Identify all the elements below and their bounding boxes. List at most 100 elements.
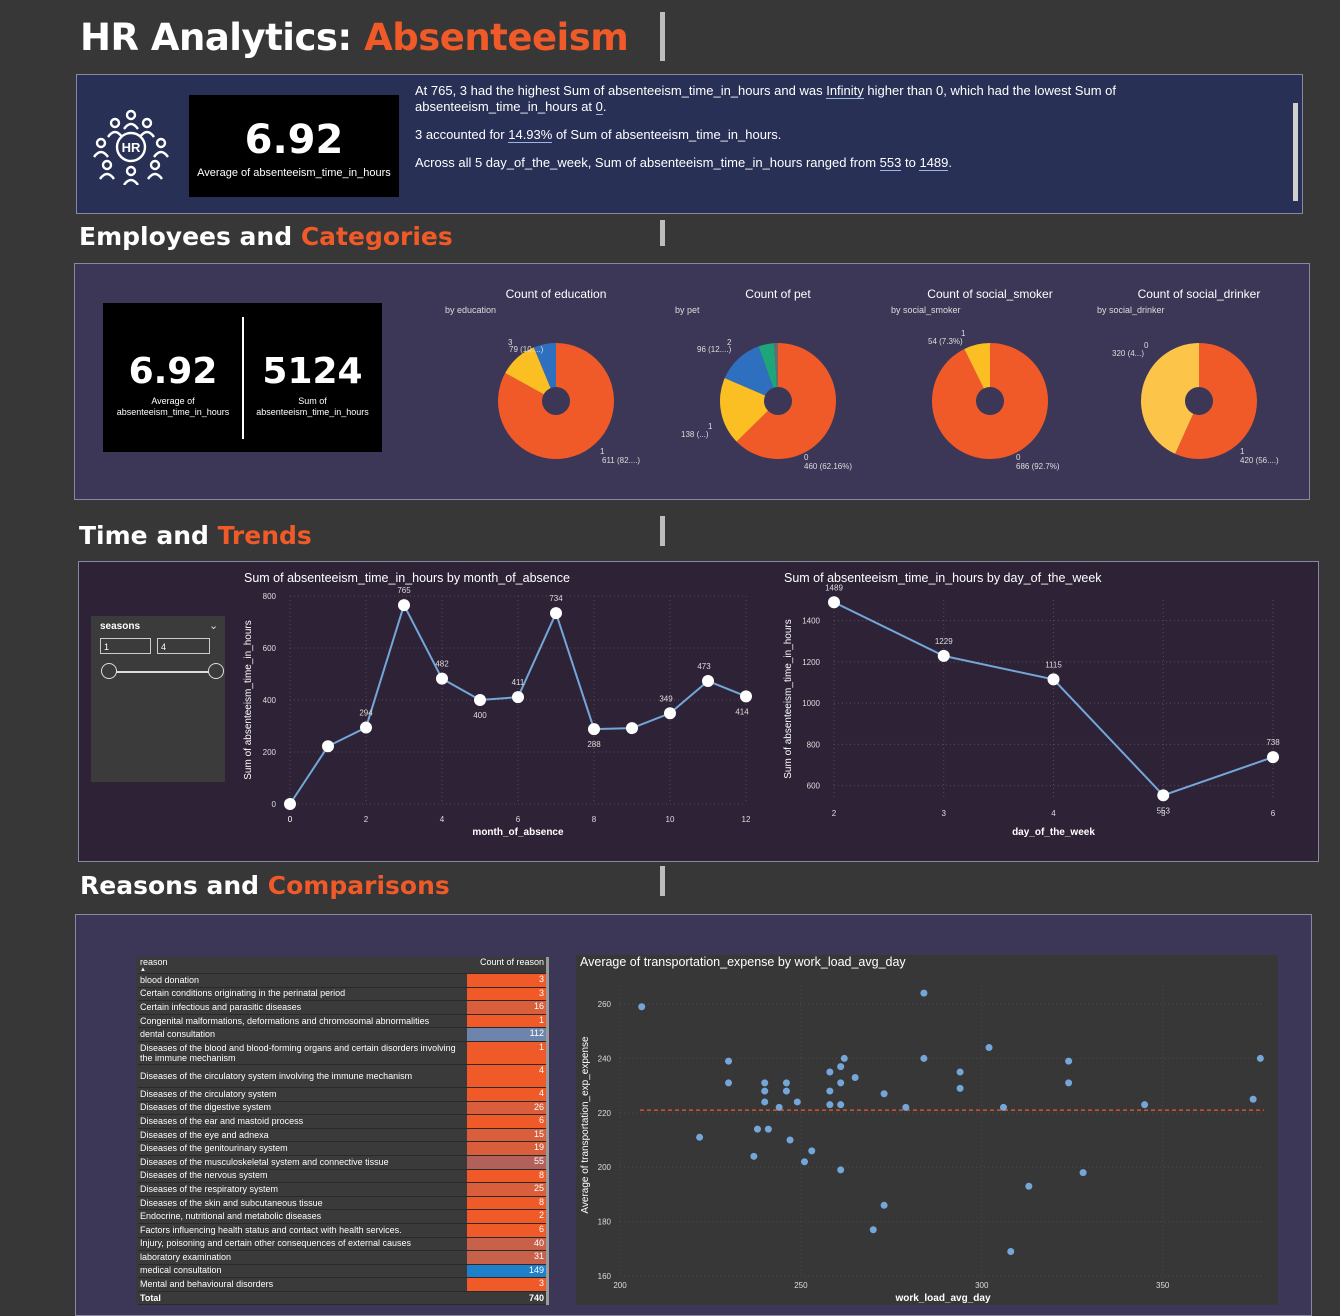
donut-title: Count of education (506, 287, 607, 301)
y-axis-label: Sum of absenteeism_time_in_hours (783, 619, 794, 779)
scatter-point (801, 1158, 809, 1166)
scatter-point (880, 1201, 888, 1209)
title-main: HR Analytics: (80, 16, 365, 59)
scatter-point (840, 1054, 848, 1062)
x-axis-label: day_of_the_week (1012, 827, 1095, 838)
x-axis-label: work_load_avg_day (894, 1293, 990, 1304)
data-label: 1229 (935, 637, 953, 646)
y-axis-label: Sum of absenteeism_time_in_hours (243, 620, 254, 780)
insight-line1f: . (602, 99, 607, 114)
scatter-point (880, 1090, 888, 1098)
data-point (436, 672, 448, 685)
data-point (512, 691, 524, 704)
data-label: 738 (1266, 738, 1280, 747)
smart-narrative: At 765, 3 had the highest Sum of absente… (415, 83, 1275, 171)
data-point (702, 675, 714, 688)
scatter-point (1025, 1182, 1033, 1190)
hr-team-icon: HR (91, 105, 171, 186)
insight-line1c: higher than 0, which had the lowest Sum … (863, 83, 1116, 98)
donut-data-label: 611 (82....) (602, 456, 640, 465)
donut-subtitle: by social_smoker (891, 305, 961, 315)
trends-panel: seasons ⌄ 1 4 Sum of absenteeism_time_in… (78, 561, 1319, 862)
data-point (626, 722, 638, 735)
donut-title: Count of social_smoker (927, 287, 1052, 301)
section-employees-a: Employees and (79, 222, 301, 251)
x-tick-label: 4 (440, 815, 445, 824)
y-axis-label: Average of transportation_exp_expense (580, 1036, 591, 1214)
data-point (322, 740, 334, 753)
y-tick-label: 260 (598, 1000, 612, 1009)
data-label: 1489 (825, 583, 843, 592)
donut-label-category: 0 (804, 453, 809, 462)
x-tick-label: 2 (364, 815, 369, 824)
scatter-point (775, 1103, 783, 1111)
data-label: 1115 (1045, 660, 1062, 669)
svg-text:HR: HR (122, 140, 141, 155)
section-employees-b: Categories (300, 222, 453, 251)
scatter-point (920, 989, 928, 997)
scatter-point (1256, 1054, 1264, 1062)
y-tick-label: 1200 (802, 658, 820, 667)
scatter-point (826, 1101, 834, 1109)
data-label: 294 (359, 709, 373, 718)
data-point (360, 721, 372, 734)
scatter-point (920, 1054, 928, 1062)
data-label: 553 (1157, 806, 1171, 815)
narrative-scrollbar[interactable] (1293, 103, 1298, 201)
data-label: 414 (735, 707, 749, 716)
x-tick-label: 3 (942, 809, 947, 818)
scatter-point (725, 1057, 733, 1065)
scatter-point (869, 1226, 877, 1234)
scatter-point (725, 1079, 733, 1087)
insight-line2a: 3 accounted for (415, 127, 509, 142)
scatter-point (753, 1125, 761, 1133)
donut-label-category: 1 (708, 422, 713, 431)
donut-subtitle: by education (445, 305, 496, 315)
scatter-point (837, 1101, 845, 1109)
y-tick-label: 160 (598, 1272, 612, 1281)
donut-subtitle: by social_drinker (1097, 305, 1165, 315)
summary-panel: HR 6.92 Average of absenteeism_time_in_h… (76, 74, 1303, 214)
kpi-label: Average of absenteeism_time_in_hours (197, 167, 391, 179)
scatter-point (761, 1098, 769, 1106)
scatter-point (1065, 1079, 1073, 1087)
avg-absenteeism-card: 6.92 Average of absenteeism_time_in_hour… (189, 95, 399, 197)
donut-subtitle: by pet (675, 305, 700, 315)
data-point (664, 707, 676, 720)
section-separator (660, 516, 665, 546)
scatter-point (837, 1079, 845, 1087)
data-label: 765 (397, 586, 411, 595)
x-tick-label: 4 (1051, 809, 1056, 818)
data-point (398, 599, 410, 612)
insight-line1a: At 765, 3 had the highest Sum of absente… (415, 83, 827, 98)
data-point (1047, 673, 1060, 686)
scatter-point (638, 1003, 646, 1011)
page-title: HR Analytics: Absenteeism (80, 16, 629, 59)
scatter-point (985, 1044, 993, 1052)
x-tick-label: 12 (742, 815, 751, 824)
scatter-point (826, 1068, 834, 1076)
scatter-point (837, 1063, 845, 1071)
section-employees-title: Employees and Categories (79, 222, 453, 251)
y-tick-label: 200 (263, 748, 277, 757)
donut-data-label: 79 (10....) (509, 345, 544, 354)
section-separator (660, 866, 665, 896)
scatter-point (808, 1147, 816, 1155)
section-time-b: Trends (217, 521, 312, 550)
donut-title: Count of social_drinker (1138, 287, 1261, 301)
insight-line2c: of Sum of absenteeism_time_in_hours. (552, 127, 782, 142)
donut-label-category: 0 (1016, 453, 1021, 462)
data-label: 400 (473, 711, 487, 720)
x-tick-label: 6 (516, 815, 521, 824)
y-tick-label: 600 (807, 782, 821, 791)
scatter-point (851, 1073, 859, 1081)
donut-charts: Count of educationby education379 (10...… (445, 287, 1279, 471)
chart-title: Average of transportation_expense by wor… (580, 955, 906, 969)
scatter-point (786, 1136, 794, 1144)
scatter-background (576, 955, 1278, 1305)
insight-percent: 14.93% (508, 127, 553, 143)
data-point (1267, 751, 1279, 764)
data-label: 0 (288, 815, 293, 824)
donut-data-label: 54 (7.3%) (928, 337, 963, 346)
x-tick-label: 8 (592, 815, 597, 824)
